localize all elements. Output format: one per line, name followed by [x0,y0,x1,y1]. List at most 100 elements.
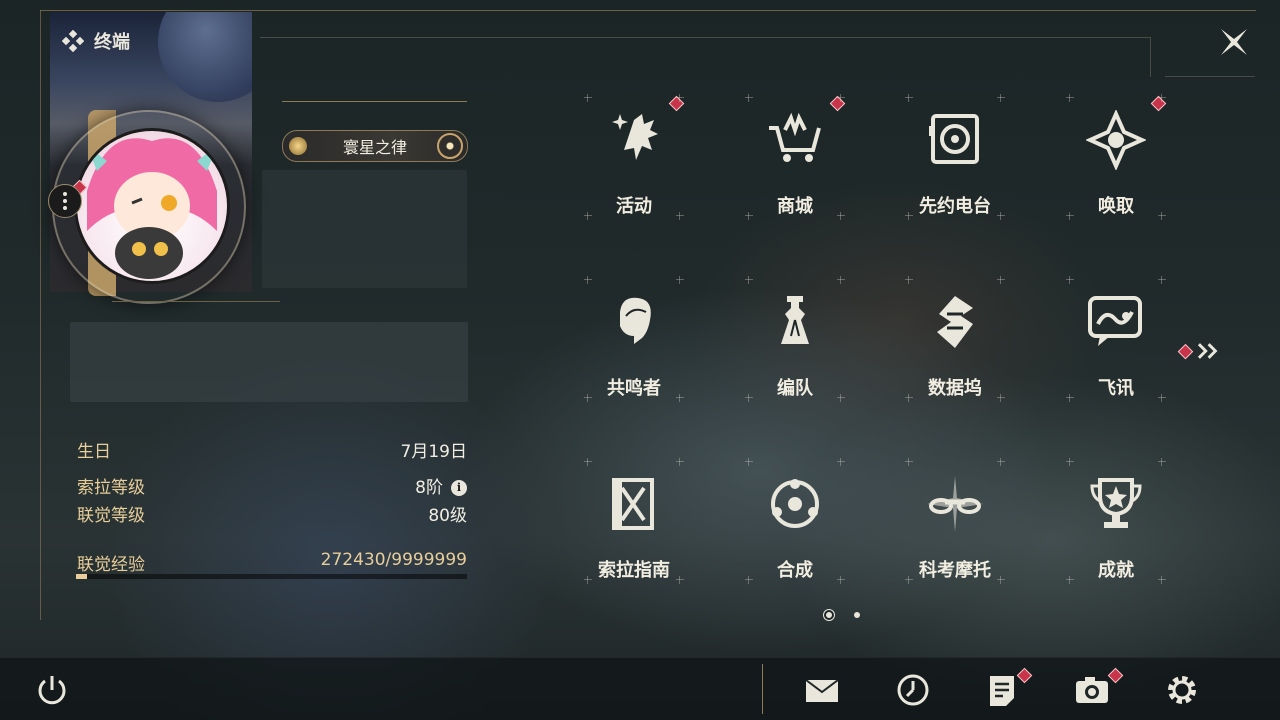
grid-corner-mark [905,212,913,220]
stat-sola-level-label: 索拉等级 [77,478,145,498]
grid-corner-mark [905,276,913,284]
mail-button[interactable] [804,672,840,708]
activity-icon [610,114,658,160]
clock-icon [897,674,929,706]
databank-icon [937,296,973,348]
page-dot-2[interactable] [854,612,860,618]
profile-divider [112,301,280,302]
grid-corner-mark [1158,276,1166,284]
grid-corner-mark [1066,394,1074,402]
grid-corner-mark [837,458,845,466]
grid-corner-mark [837,276,845,284]
stat-sola-level-value: 8阶 i [300,473,467,498]
summon-compass-icon [1086,110,1146,170]
page-indicator [826,612,860,618]
grid-corner-mark [745,94,753,102]
grid-corner-mark [1158,576,1166,584]
bottom-bar-separator [762,664,763,714]
grid-corner-mark [676,576,684,584]
header-corner-line [1165,76,1255,77]
grid-corner-mark [1158,94,1166,102]
grid-corner-mark [676,94,684,102]
signature-box[interactable] [70,322,468,402]
grid-item-label: 共鸣者 [607,378,661,399]
double-chevron-right-icon [1197,343,1218,359]
grid-corner-mark [1158,458,1166,466]
grid-item-label: 数据坞 [928,378,982,399]
grid-corner-mark [745,212,753,220]
grid-corner-mark [745,576,753,584]
grid-corner-mark [676,212,684,220]
stat-sola-level-text: 8阶 [415,478,443,498]
grid-item-label: 活动 [616,196,652,217]
profile-more-button[interactable] [48,184,82,218]
shop-cart-icon [769,112,821,162]
grid-corner-mark [1158,212,1166,220]
motorcycle-icon [927,476,983,532]
grid-corner-mark [584,394,592,402]
grid-corner-mark [745,458,753,466]
grid-corner-mark [745,276,753,284]
grid-item-label: 先约电台 [919,196,991,217]
camera-icon [1076,677,1108,703]
page-title: 终端 [94,32,130,53]
page-dot-1[interactable] [826,612,832,618]
close-button[interactable] [1218,26,1250,58]
settings-button[interactable] [1164,672,1200,708]
top-frame-line [40,10,1256,11]
grid-corner-mark [1158,394,1166,402]
header-divider [260,37,1150,38]
grid-corner-mark [1066,276,1074,284]
history-button[interactable] [895,672,931,708]
grid-corner-mark [997,576,1005,584]
power-button[interactable] [34,672,70,708]
stat-union-level-label: 联觉等级 [77,506,145,526]
name-tag-star-icon [289,137,307,155]
grid-corner-mark [905,458,913,466]
radio-icon [929,114,979,164]
grid-corner-mark [676,458,684,466]
name-tag-label: 寰星之律 [342,138,407,157]
grid-corner-mark [997,212,1005,220]
dot-icon [63,206,67,210]
grid-item-label: 成就 [1098,560,1134,581]
grid-corner-mark [584,212,592,220]
grid-corner-mark [1066,458,1074,466]
notes-icon [990,676,1014,706]
grid-corner-mark [676,276,684,284]
grid-corner-mark [837,212,845,220]
grid-item-label: 唤取 [1098,196,1134,217]
grid-corner-mark [997,276,1005,284]
grid-item-label: 索拉指南 [598,560,670,581]
grid-corner-mark [745,394,753,402]
synthesis-icon [771,479,819,528]
next-page-button[interactable] [1177,340,1220,362]
profile-hidden-info [262,170,467,288]
next-page-badge [1177,343,1194,359]
avatar[interactable] [74,128,230,284]
grid-corner-mark [997,458,1005,466]
grid-corner-mark [905,394,913,402]
name-tag-ring-icon [437,133,463,159]
photo-button[interactable] [1074,672,1110,708]
grid-corner-mark [1066,94,1074,102]
experience-bar-fill [76,574,87,579]
experience-label: 联觉经验 [77,555,145,575]
grid-corner-mark [837,576,845,584]
name-divider [282,101,467,102]
moon-art [158,12,252,102]
grid-corner-mark [997,94,1005,102]
guide-book-icon [612,478,654,530]
info-icon[interactable]: i [451,479,467,496]
grid-corner-mark [676,394,684,402]
dot-icon [63,199,67,203]
team-chess-icon [781,296,809,344]
grid-corner-mark [997,394,1005,402]
notes-button[interactable] [984,672,1020,708]
grid-item-label: 商城 [777,196,813,217]
grid-corner-mark [1066,212,1074,220]
power-icon [38,676,66,705]
name-tag[interactable]: 寰星之律 [282,130,468,162]
experience-value: 272430/9999999 [320,550,467,570]
mail-icon [805,679,839,702]
